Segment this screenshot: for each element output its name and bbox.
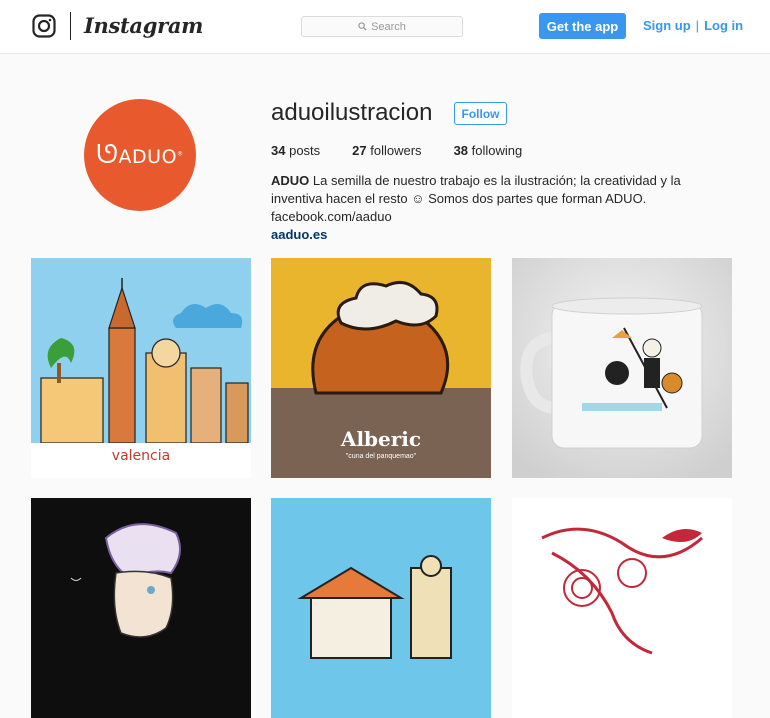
bio-text: La semilla de nuestro trabajo es la ilus… xyxy=(271,173,681,224)
profile-username: aduoilustracion xyxy=(271,99,433,126)
mug-illustration xyxy=(512,258,732,478)
post-thumbnail[interactable] xyxy=(512,498,732,718)
sign-up-link[interactable]: Sign up xyxy=(643,18,691,33)
top-navigation-bar: Instagram Search Get the app Sign up | L… xyxy=(0,0,770,54)
building-illustration xyxy=(271,498,491,718)
auth-separator: | xyxy=(695,18,700,33)
auth-links: Sign up | Log in xyxy=(643,18,743,33)
post-thumbnail[interactable] xyxy=(512,258,732,478)
followers-stat[interactable]: 27 followers xyxy=(352,143,421,158)
profile-avatar[interactable]: ᘎADUO® xyxy=(84,99,196,211)
website-link[interactable]: aaduo.es xyxy=(271,227,327,242)
log-in-link[interactable]: Log in xyxy=(704,18,743,33)
search-input[interactable]: Search xyxy=(301,16,463,37)
posts-stat: 34 posts xyxy=(271,143,321,158)
search-placeholder: Search xyxy=(371,20,406,33)
portrait-illustration xyxy=(31,498,251,718)
valencia-caption: valencia xyxy=(112,448,170,464)
alberic-illustration: Alberic "cuna del panquemao" xyxy=(271,258,491,478)
lace-illustration xyxy=(512,498,732,718)
post-thumbnail[interactable] xyxy=(271,498,491,718)
instagram-logo-icon[interactable] xyxy=(32,14,56,38)
following-stat[interactable]: 38 following xyxy=(454,143,523,158)
post-thumbnail[interactable] xyxy=(31,498,251,718)
post-thumbnail[interactable]: Alberic "cuna del panquemao" xyxy=(271,258,491,478)
bio-name: ADUO xyxy=(271,173,310,188)
profile-bio: ADUO La semilla de nuestro trabajo es la… xyxy=(271,172,731,244)
avatar-logo: ᘎADUO® xyxy=(96,139,184,170)
post-thumbnail[interactable]: valencia xyxy=(31,258,251,478)
alberic-subcaption: "cuna del panquemao" xyxy=(346,453,417,460)
instagram-wordmark[interactable]: Instagram xyxy=(84,13,203,38)
alberic-caption: Alberic xyxy=(340,427,421,451)
valencia-illustration: valencia xyxy=(31,258,251,478)
search-icon xyxy=(358,22,367,31)
header-divider xyxy=(70,12,71,40)
get-the-app-button[interactable]: Get the app xyxy=(539,13,626,39)
profile-stats: 34 posts 27 followers 38 following xyxy=(271,143,554,158)
follow-button[interactable]: Follow xyxy=(454,102,507,125)
